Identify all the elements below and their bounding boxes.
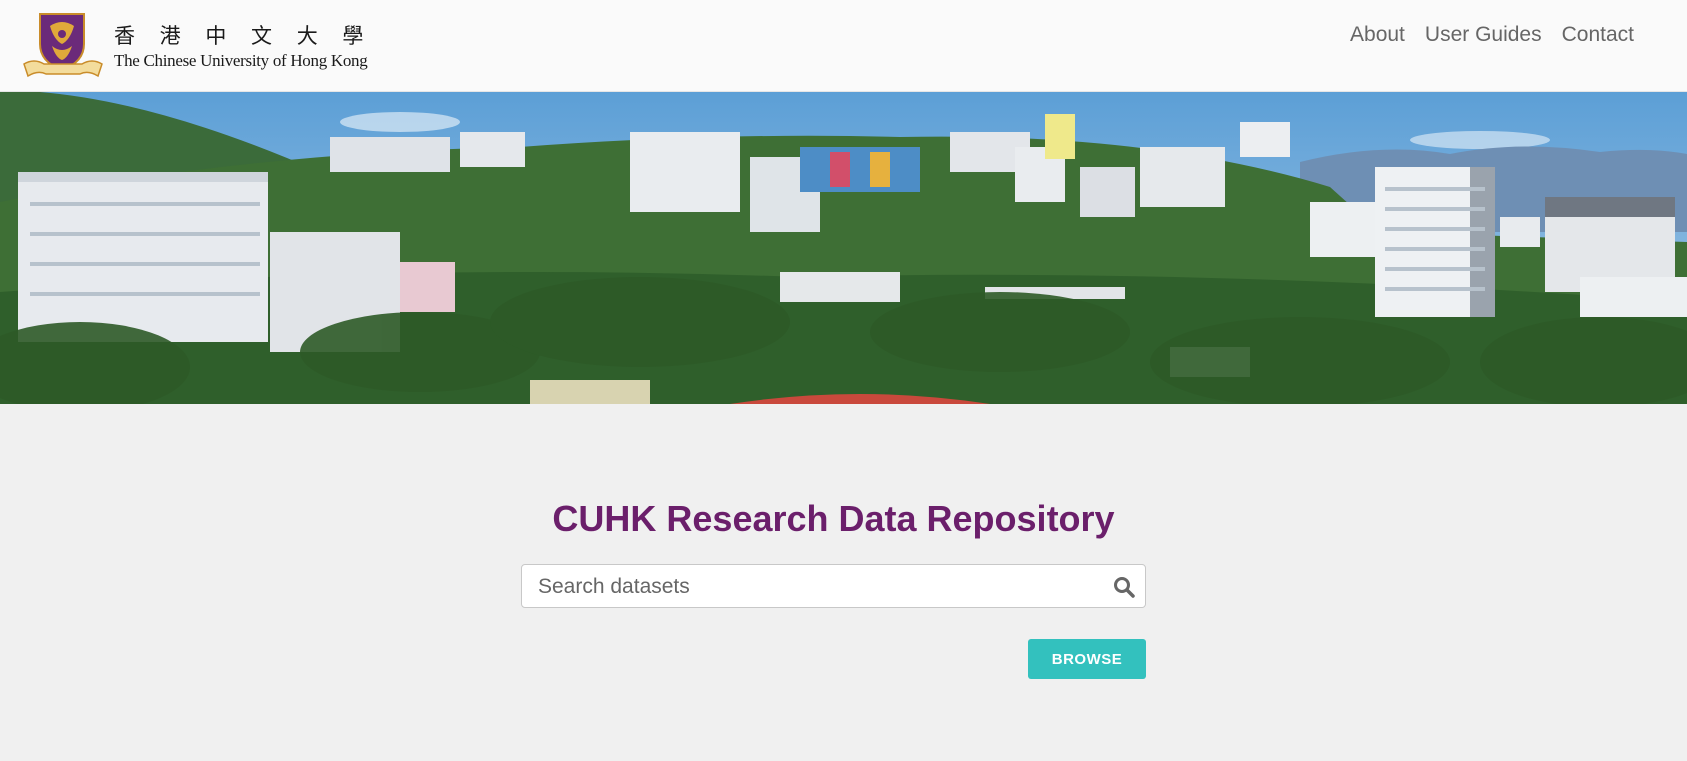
logo-chinese-name: 香 港 中 文 大 學: [114, 23, 373, 48]
logo-english-name: The Chinese University of Hong Kong: [114, 50, 368, 70]
top-nav: About User Guides Contact: [1350, 22, 1634, 48]
cuhk-crest-icon: [23, 13, 103, 78]
site-header: 香 港 中 文 大 學 The Chinese University of Ho…: [0, 0, 1687, 92]
university-logo[interactable]: 香 港 中 文 大 學 The Chinese University of Ho…: [22, 10, 372, 78]
nav-link-user-guides[interactable]: User Guides: [1425, 22, 1542, 48]
page-title: CUHK Research Data Repository: [552, 498, 1115, 539]
search-input[interactable]: [536, 565, 1100, 609]
dataset-search-box: [521, 564, 1146, 609]
nav-link-contact[interactable]: Contact: [1562, 22, 1634, 48]
search-icon[interactable]: [1113, 576, 1135, 598]
browse-button[interactable]: BROWSE: [1028, 639, 1146, 679]
campus-banner-image: [0, 92, 1687, 404]
nav-link-about[interactable]: About: [1350, 22, 1405, 48]
